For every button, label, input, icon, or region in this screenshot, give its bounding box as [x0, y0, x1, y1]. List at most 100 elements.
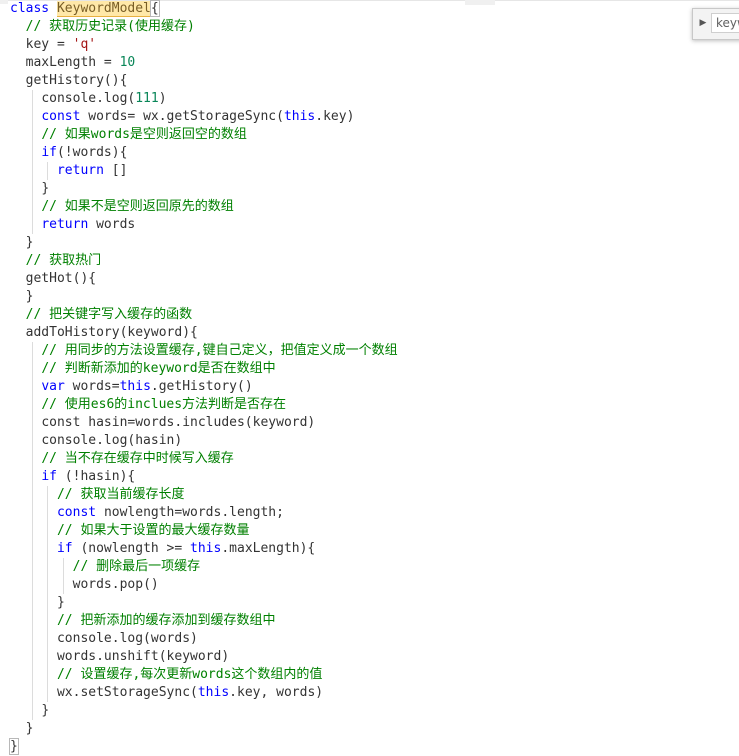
code-line[interactable]: } [10, 594, 739, 612]
code-line[interactable]: var words=this.getHistory() [10, 378, 739, 396]
code-line[interactable]: // 如果words是空则返回空的数组 [10, 126, 739, 144]
indent-guide [31, 414, 33, 432]
indent-guide [47, 648, 49, 666]
code-comment: // 获取当前缓存长度 [56, 487, 185, 502]
code-line[interactable]: } [10, 180, 739, 198]
code-line[interactable]: // 判断新添加的keyword是否在数组中 [10, 360, 739, 378]
code-line[interactable]: return words [10, 216, 739, 234]
code-line[interactable]: getHistory(){ [10, 72, 739, 90]
code-line[interactable]: // 设置缓存,每次更新words这个数组内的值 [10, 666, 739, 684]
code-line[interactable]: // 把新添加的缓存添加到缓存数组中 [10, 612, 739, 630]
code-comment: // 设置缓存,每次更新words这个数组内的值 [56, 667, 323, 682]
code-line[interactable]: } [9, 738, 739, 756]
code-line[interactable]: if (!hasin){ [10, 468, 739, 486]
code-token: return [41, 217, 97, 232]
code-line[interactable]: if(!words){ [10, 144, 739, 162]
code-line[interactable]: wx.setStorageSync(this.key, words) [10, 684, 739, 702]
code-line[interactable]: // 使用es6的inclues方法判断是否存在 [10, 396, 739, 414]
indent-guide [31, 378, 33, 396]
code-token: console.log(hasin) [41, 433, 183, 448]
code-token: getHistory(){ [25, 73, 128, 88]
code-line[interactable]: if (nowlength >= this.maxLength){ [10, 540, 739, 558]
indent-guide [31, 648, 33, 666]
code-token: 'q' [72, 37, 97, 52]
indent-guide [31, 108, 33, 126]
find-input[interactable]: keyw [711, 13, 739, 33]
code-token: this [119, 379, 151, 394]
code-token: (nowlength >= [80, 541, 191, 556]
indent-guide [31, 360, 33, 378]
code-line[interactable]: // 如果大于设置的最大缓存数量 [10, 522, 739, 540]
indent-guide [31, 216, 33, 234]
code-token: var [41, 379, 73, 394]
code-line[interactable]: // 删除最后一项缓存 [10, 558, 739, 576]
expand-replace-icon[interactable]: ▶ [696, 15, 710, 31]
code-token: return [56, 163, 112, 178]
code-token: this [197, 685, 230, 700]
code-line[interactable]: console.log(hasin) [10, 432, 739, 450]
code-editor[interactable]: class KeywordModel{ // 获取历史记录(使用缓存) key … [0, 0, 739, 756]
code-line[interactable]: // 把关键字写入缓存的函数 [10, 306, 739, 324]
indent-guide [31, 342, 33, 360]
code-token: const hasin=words.includes(keyword) [41, 415, 316, 430]
code-token: class [10, 1, 57, 16]
code-line[interactable]: return [] [10, 162, 739, 180]
indent-guide [31, 540, 33, 558]
code-line[interactable]: // 获取历史记录(使用缓存) [10, 18, 739, 36]
code-comment: // 判断新添加的keyword是否在数组中 [41, 361, 276, 376]
indent-guide [47, 522, 49, 540]
code-line[interactable]: const nowlength=words.length; [10, 504, 739, 522]
code-comment: // 把新添加的缓存添加到缓存数组中 [56, 613, 276, 628]
code-token: words [96, 217, 136, 232]
code-line[interactable]: // 获取热门 [10, 252, 739, 270]
code-line[interactable]: } [10, 720, 739, 738]
indent-guide [31, 450, 33, 468]
code-line[interactable]: // 如果不是空则返回原先的数组 [10, 198, 739, 216]
code-line[interactable]: // 当不存在缓存中时候写入缓存 [10, 450, 739, 468]
code-line[interactable]: } [10, 702, 739, 720]
indent-guide [47, 594, 49, 612]
gutter-marker [0, 0, 8, 4]
code-token: .key) [315, 109, 355, 124]
code-line[interactable]: console.log(words) [10, 630, 739, 648]
code-area[interactable]: class KeywordModel{ // 获取历史记录(使用缓存) key … [9, 0, 739, 756]
code-line[interactable]: getHot(){ [10, 270, 739, 288]
code-line[interactable]: console.log(111) [10, 90, 739, 108]
code-line[interactable]: // 用同步的方法设置缓存,键自己定义，把值定义成一个数组 [10, 342, 739, 360]
code-line[interactable]: addToHistory(keyword){ [10, 324, 739, 342]
indent-guide [47, 558, 49, 576]
indent-guide [31, 468, 33, 486]
code-token: } [25, 721, 34, 736]
search-match: KeywordModel [56, 1, 151, 17]
code-token: key = [25, 37, 73, 52]
code-line[interactable]: words.unshift(keyword) [10, 648, 739, 666]
indent-guide [31, 630, 33, 648]
code-line[interactable]: key = 'q' [10, 36, 739, 54]
indent-guide [31, 90, 33, 108]
code-token: .key, words) [229, 685, 324, 700]
code-line[interactable]: const hasin=words.includes(keyword) [10, 414, 739, 432]
code-line[interactable]: words.pop() [10, 576, 739, 594]
code-line[interactable]: maxLength = 10 [10, 54, 739, 72]
indent-guide [47, 504, 49, 522]
code-comment: // 当不存在缓存中时候写入缓存 [41, 451, 234, 466]
code-token: addToHistory(keyword){ [25, 325, 198, 340]
code-line[interactable]: } [10, 234, 739, 252]
code-line[interactable]: class KeywordModel{ [10, 0, 739, 18]
code-line[interactable]: const words= wx.getStorageSync(this.key) [10, 108, 739, 126]
code-line[interactable]: // 获取当前缓存长度 [10, 486, 739, 504]
code-line[interactable]: } [10, 288, 739, 306]
code-token: words= wx.getStorageSync( [88, 109, 284, 124]
